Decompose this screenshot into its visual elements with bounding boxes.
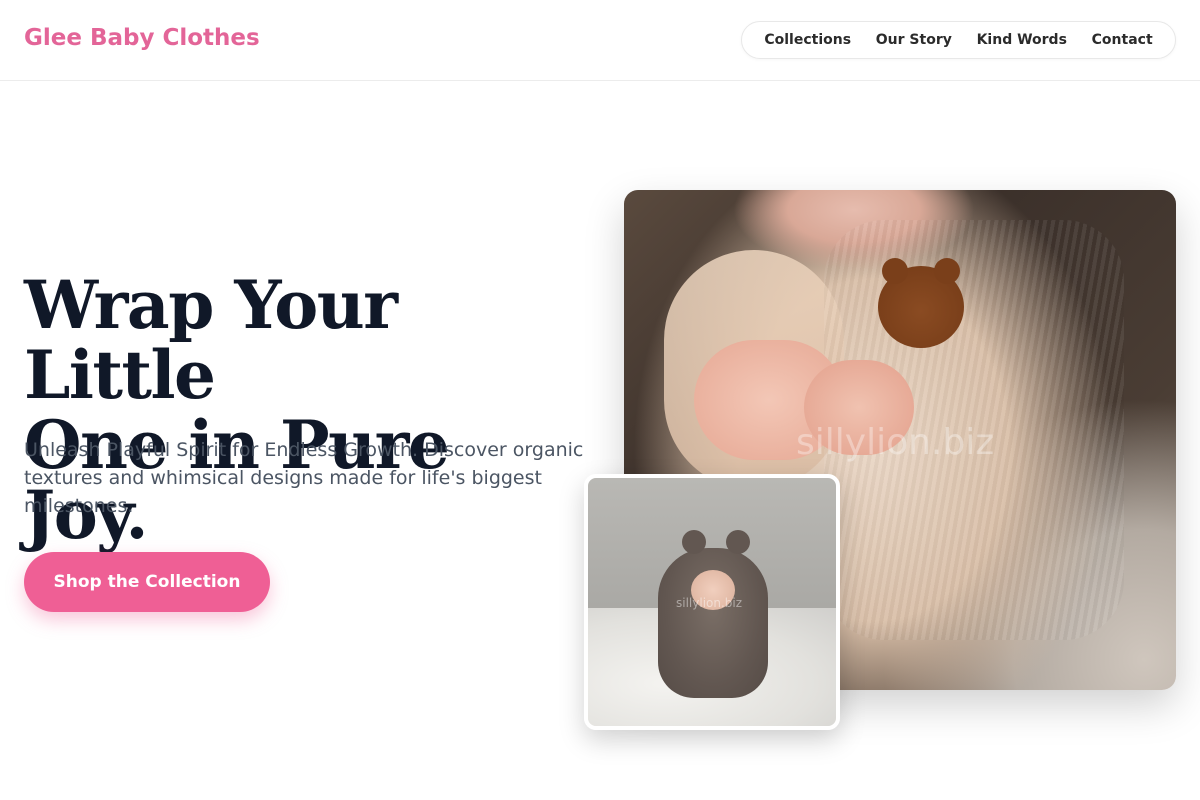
nav-link-kind-words[interactable]: Kind Words: [971, 28, 1073, 52]
main-nav: Collections Our Story Kind Words Contact: [741, 21, 1176, 59]
site-header: Glee Baby Clothes Collections Our Story …: [0, 0, 1200, 81]
nav-link-collections[interactable]: Collections: [758, 28, 857, 52]
brand-logo-link[interactable]: Glee Baby Clothes: [24, 25, 260, 51]
hero-subtitle: Unleash Playful Spirit for Endless Growt…: [24, 439, 584, 517]
nav-link-our-story[interactable]: Our Story: [870, 28, 958, 52]
hood-ear-right: [726, 530, 750, 554]
nav-link-contact[interactable]: Contact: [1086, 28, 1159, 52]
main-photo-watermark: sillylion.biz: [796, 422, 995, 463]
hood-ear-left: [682, 530, 706, 554]
bear-patch-shape: [878, 258, 964, 348]
hero-title-line-1: Wrap Your Little: [24, 266, 398, 414]
shop-collection-button[interactable]: Shop the Collection: [24, 552, 270, 612]
hero-secondary-photo: sillylion.biz: [584, 474, 840, 730]
secondary-photo-watermark: sillylion.biz: [676, 596, 743, 610]
